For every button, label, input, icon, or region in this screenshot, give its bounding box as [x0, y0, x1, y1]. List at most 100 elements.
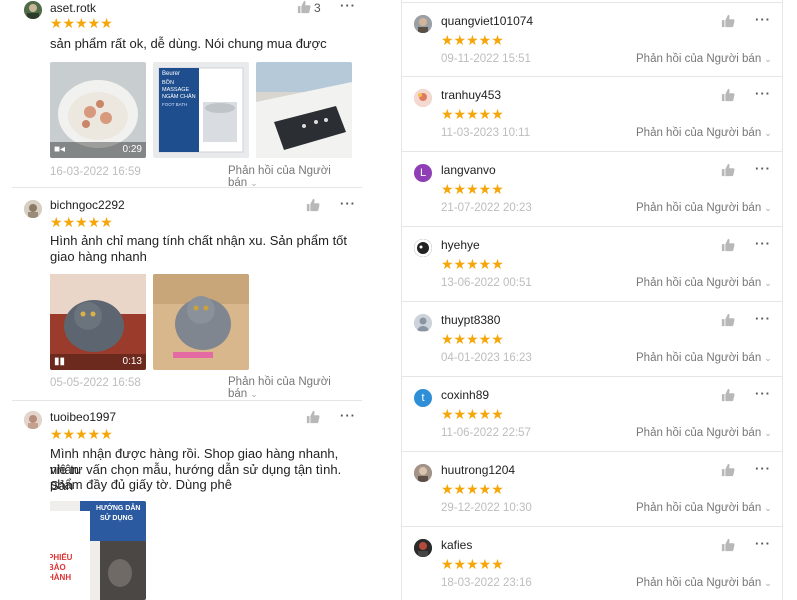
- seller-reply-toggle[interactable]: Phản hồi của Người bán ⌄: [636, 352, 772, 364]
- more-dots-icon[interactable]: ···: [755, 386, 771, 401]
- more-dots-icon[interactable]: ···: [755, 236, 771, 251]
- seller-reply-toggle[interactable]: Phản hồi của Người bán ⌄: [228, 165, 362, 189]
- thumbs-up-icon[interactable]: [721, 238, 735, 252]
- seller-reply-toggle[interactable]: Phản hồi của Người bán ⌄: [636, 202, 772, 214]
- review-username[interactable]: quangviet101074: [441, 14, 533, 28]
- thumbs-up-icon[interactable]: [721, 388, 735, 402]
- seller-reply-toggle[interactable]: Phản hồi của Người bán ⌄: [636, 502, 772, 514]
- review-item: tranhuy453 ★★★★★ ··· 11-03-2023 10:11 Phản h…: [402, 77, 782, 152]
- right-review-panel: quangviet101074 ★★★★★ ··· 09-11-2022 15:51 P…: [401, 0, 783, 600]
- avatar[interactable]: [414, 464, 432, 482]
- review-rating-stars: ★★★★★: [441, 556, 504, 572]
- avatar[interactable]: [414, 15, 432, 33]
- chevron-down-icon: ⌄: [250, 389, 258, 399]
- like-count: 3: [314, 1, 321, 15]
- avatar[interactable]: [414, 539, 432, 557]
- avatar[interactable]: [24, 411, 42, 429]
- review-username[interactable]: tranhuy453: [441, 88, 501, 102]
- more-dots-icon[interactable]: ···: [755, 536, 771, 551]
- thumbs-up-icon[interactable]: [721, 14, 735, 28]
- avatar[interactable]: [414, 239, 432, 257]
- review-text: sản phẩm rất ok, dễ dùng. Nói chung mua …: [50, 36, 327, 51]
- avatar-photo-icon: [414, 314, 432, 332]
- review-date: 05-05-2022 16:58: [50, 377, 141, 389]
- review-username[interactable]: langvanvo: [441, 163, 496, 177]
- avatar[interactable]: [414, 314, 432, 332]
- thumbs-up-icon[interactable]: [297, 0, 311, 14]
- avatar[interactable]: L: [414, 164, 432, 182]
- seller-reply-toggle[interactable]: Phản hồi của Người bán ⌄: [228, 376, 362, 400]
- avatar-photo-icon: [414, 464, 432, 482]
- review-video-thumbnail[interactable]: ■◂ 0:29: [50, 62, 146, 158]
- review-username[interactable]: coxinh89: [441, 388, 489, 402]
- review-username[interactable]: huutrong1204: [441, 463, 515, 477]
- review-rating-stars: ★★★★★: [50, 214, 113, 230]
- review-username[interactable]: bichngoc2292: [50, 198, 125, 212]
- avatar-letter: L: [419, 167, 427, 179]
- thumbs-up-icon[interactable]: [721, 538, 735, 552]
- more-dots-icon[interactable]: ···: [340, 0, 356, 13]
- more-dots-icon[interactable]: ···: [755, 12, 771, 27]
- review-item: Llangvanvo ★★★★★ ··· 21-07-2022 20:23 Phản h…: [402, 152, 782, 227]
- box-subtitle-label: FOOT BATH: [162, 102, 188, 107]
- more-dots-icon[interactable]: ···: [755, 86, 771, 101]
- avatar-photo-icon: [414, 15, 432, 33]
- thumbs-up-icon[interactable]: [306, 198, 320, 212]
- review-photo[interactable]: [153, 274, 249, 370]
- chevron-down-icon: ⌄: [764, 353, 772, 363]
- seller-reply-toggle[interactable]: Phản hồi của Người bán ⌄: [636, 277, 772, 289]
- video-bars-icon: ▮▮: [54, 356, 66, 367]
- more-dots-icon[interactable]: ···: [340, 408, 356, 423]
- review-photo[interactable]: HƯỚNG DẪN SỬ DỤNG PHIẾU BẢO HÀNH: [50, 501, 146, 600]
- review-date: 11-06-2022 22:57: [441, 427, 531, 439]
- review-item: kafies ★★★★★ ··· 18-03-2022 23:16 Phản hồi c…: [402, 527, 782, 600]
- seller-reply-toggle[interactable]: Phản hồi của Người bán ⌄: [636, 53, 772, 65]
- avatar[interactable]: [24, 200, 42, 218]
- review-video-thumbnail[interactable]: ▮▮ 0:13: [50, 274, 146, 370]
- seller-reply-label: Phản hồi của Người bán: [636, 352, 762, 364]
- thumbs-up-icon[interactable]: [721, 88, 735, 102]
- review-rating-stars: ★★★★★: [441, 256, 504, 272]
- cat-photo: [153, 274, 249, 370]
- review-username[interactable]: kafies: [441, 538, 472, 552]
- review-rating-stars: ★★★★★: [441, 106, 504, 122]
- review-item: huutrong1204 ★★★★★ ··· 29-12-2022 10:30 Phản…: [402, 452, 782, 527]
- seller-reply-toggle[interactable]: Phản hồi của Người bán ⌄: [636, 427, 772, 439]
- avatar-photo-icon: [414, 239, 432, 257]
- review-photo[interactable]: [256, 62, 352, 158]
- review-date: 13-06-2022 00:51: [441, 277, 532, 289]
- avatar[interactable]: t: [414, 389, 432, 407]
- seller-reply-label: Phản hồi của Người bán: [636, 502, 762, 514]
- seller-reply-toggle[interactable]: Phản hồi của Người bán ⌄: [636, 577, 772, 589]
- more-dots-icon[interactable]: ···: [755, 461, 771, 476]
- avatar[interactable]: [24, 1, 42, 19]
- avatar-photo-icon: [414, 539, 432, 557]
- review-text-line: Hình ảnh chỉ mang tính chất nhận xu. Sản…: [50, 233, 348, 248]
- review-item: tuoibeo1997 ★★★★★ ··· Mình nhận được hàn…: [12, 401, 362, 600]
- seller-reply-toggle[interactable]: Phản hồi của Người bán ⌄: [636, 127, 772, 139]
- manual-title-label: HƯỚNG DẪN: [96, 505, 141, 512]
- review-rating-stars: ★★★★★: [441, 181, 504, 197]
- more-dots-icon[interactable]: ···: [340, 196, 356, 211]
- review-username[interactable]: hyehye: [441, 238, 480, 252]
- review-item: quangviet101074 ★★★★★ ··· 09-11-2022 15:51 P…: [402, 2, 782, 77]
- video-duration: 0:13: [122, 356, 142, 367]
- review-date: 11-03-2023 10:11: [441, 127, 531, 139]
- thumbs-up-icon[interactable]: [721, 463, 735, 477]
- video-duration: 0:29: [122, 144, 142, 155]
- review-username[interactable]: thuypt8380: [441, 313, 500, 327]
- thumbs-up-icon[interactable]: [306, 410, 320, 424]
- more-dots-icon[interactable]: ···: [755, 161, 771, 176]
- chevron-down-icon: ⌄: [764, 128, 772, 138]
- thumbs-up-icon[interactable]: [721, 163, 735, 177]
- review-photo[interactable]: Beurer BỒN MASSAGE NGÂM CHÂN FOOT BATH: [153, 62, 249, 158]
- more-dots-icon[interactable]: ···: [755, 311, 771, 326]
- avatar-photo-icon: [414, 89, 432, 107]
- review-rating-stars: ★★★★★: [441, 481, 504, 497]
- review-username[interactable]: aset.rotk: [50, 1, 96, 15]
- review-item: bichngoc2292 ★★★★★ ··· Hình ảnh chỉ mang…: [12, 188, 362, 401]
- review-item: hyehye ★★★★★ ··· 13-06-2022 00:51 Phản hồi c…: [402, 227, 782, 302]
- thumbs-up-icon[interactable]: [721, 313, 735, 327]
- avatar[interactable]: [414, 89, 432, 107]
- review-username[interactable]: tuoibeo1997: [50, 410, 116, 424]
